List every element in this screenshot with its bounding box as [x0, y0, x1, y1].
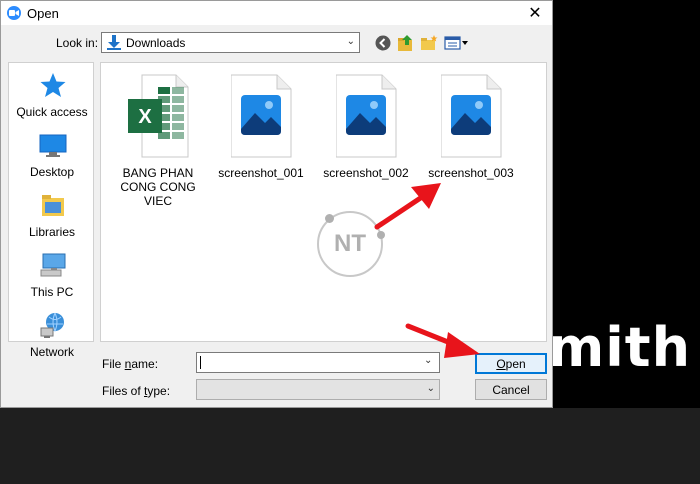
look-in-label: Look in:	[56, 36, 99, 50]
svg-text:X: X	[138, 106, 152, 128]
network-icon	[40, 312, 64, 338]
view-menu-button[interactable]	[444, 34, 470, 52]
watermark-dot	[325, 214, 334, 223]
up-folder-button[interactable]	[397, 34, 415, 52]
look-in-combo[interactable]: Downloads ⌄	[101, 32, 360, 53]
libraries-icon	[42, 195, 64, 216]
new-folder-icon	[421, 35, 438, 50]
desktop-icon	[39, 134, 67, 157]
place-desktop[interactable]: Desktop	[9, 127, 95, 183]
cancel-button[interactable]: Cancel	[475, 379, 547, 400]
file-label: screenshot_003	[428, 166, 514, 180]
file-item[interactable]: X BANG PHAN CONG CONG VIEC	[108, 71, 208, 208]
watermark-text: NT	[334, 230, 366, 257]
file-name-label: File name:	[102, 357, 159, 371]
red-arrow-icon	[374, 183, 441, 230]
app-icon	[7, 6, 21, 20]
files-of-type-label: Files of type:	[102, 384, 171, 398]
back-icon	[375, 35, 391, 51]
place-label: Desktop	[29, 165, 75, 179]
place-libraries[interactable]: Libraries	[9, 187, 95, 243]
chevron-down-icon: ⌄	[346, 36, 355, 47]
close-button[interactable]: ✕	[518, 1, 552, 25]
file-label: screenshot_001	[218, 166, 304, 180]
image-file-icon	[441, 74, 502, 158]
place-label: This PC	[30, 285, 74, 299]
place-label: Quick access	[16, 105, 88, 119]
file-item[interactable]: screenshot_001	[211, 71, 311, 201]
image-file-icon	[336, 74, 397, 158]
place-label: Network	[29, 345, 74, 359]
view-menu-icon	[444, 36, 468, 50]
back-button[interactable]	[374, 34, 392, 52]
place-this-pc[interactable]: This PC	[9, 247, 95, 303]
file-label: BANG PHAN CONG CONG VIEC	[120, 166, 196, 208]
file-label: screenshot_002	[323, 166, 409, 180]
quick-access-star-icon	[40, 73, 66, 97]
open-button[interactable]: Open	[475, 353, 547, 374]
places-bar: Quick access Desktop Libraries This PC N…	[8, 62, 95, 359]
place-network[interactable]: Network	[9, 307, 95, 363]
chevron-down-icon: ⌄	[426, 383, 435, 394]
background-bottom	[0, 408, 700, 484]
this-pc-icon	[40, 253, 66, 277]
place-quick-access[interactable]: Quick access	[9, 67, 95, 123]
files-of-type-combo[interactable]: ⌄	[196, 379, 440, 400]
downloads-arrow-icon	[107, 35, 121, 53]
new-folder-button[interactable]	[420, 34, 438, 52]
window-title: Open	[27, 6, 59, 21]
excel-file-icon: X	[128, 74, 189, 158]
text-caret	[200, 356, 201, 369]
background-text: mith	[548, 316, 692, 379]
look-in-value: Downloads	[126, 36, 186, 50]
file-list: X BANG PHAN CONG CONG VIEC screenshot_001	[100, 62, 547, 342]
place-label: Libraries	[28, 225, 76, 239]
title-bar[interactable]: Open ✕	[1, 1, 552, 25]
image-file-icon	[231, 74, 292, 158]
up-folder-icon	[398, 35, 412, 51]
red-arrow-icon	[405, 323, 480, 358]
